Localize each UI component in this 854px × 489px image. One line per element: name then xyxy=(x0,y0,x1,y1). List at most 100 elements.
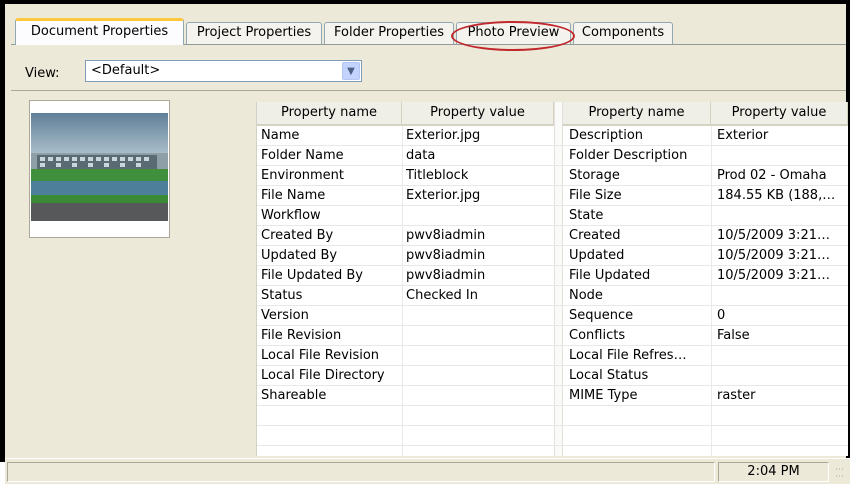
cell-property-value: data xyxy=(406,148,436,163)
cell-property-value: Exterior.jpg xyxy=(406,128,481,143)
table-row[interactable]: File Revision Conflicts False xyxy=(257,326,848,346)
cell-property-value xyxy=(406,426,552,446)
tab-photo-preview[interactable]: Photo Preview xyxy=(456,22,571,44)
cell-property-name: Updated By xyxy=(261,248,338,263)
cell-property-name-2: MIME Type xyxy=(569,388,638,403)
status-bar: 2:04 PM ⋯ ⋯ xyxy=(5,458,850,484)
table-row[interactable]: Name Exterior.jpg Description Exterior xyxy=(257,126,848,146)
cell-property-name-2: Folder Description xyxy=(569,148,688,163)
cell-property-value-2: 10/5/2009 3:21… xyxy=(717,268,830,283)
tab-document-properties[interactable]: Document Properties xyxy=(15,18,184,45)
tab-bar: Document Properties Project Properties F… xyxy=(15,18,845,45)
cell-property-value: Checked In xyxy=(406,288,478,303)
tab-folder-properties[interactable]: Folder Properties xyxy=(324,22,454,44)
column-header-property-value-2[interactable]: Property value xyxy=(711,102,848,126)
cell-property-value-2 xyxy=(717,146,845,166)
cell-property-value-2: raster xyxy=(717,388,756,403)
cell-property-name: Folder Name xyxy=(261,148,344,163)
cell-property-name-2: Storage xyxy=(569,168,620,183)
table-row[interactable] xyxy=(257,406,848,426)
cell-property-value-2: Prod 02 - Omaha xyxy=(717,168,827,183)
column-header-property-name[interactable]: Property name xyxy=(257,102,402,126)
table-row[interactable] xyxy=(257,426,848,446)
cell-property-name: Local File Revision xyxy=(261,348,380,363)
section-divider xyxy=(11,90,846,91)
cell-property-name: File Updated By xyxy=(261,268,363,283)
cell-property-name: File Revision xyxy=(261,328,342,343)
cell-property-name-2: Node xyxy=(569,288,603,303)
cell-property-value-2: Exterior xyxy=(717,128,769,143)
cell-property-value-2: False xyxy=(717,328,750,343)
table-row[interactable]: File Name Exterior.jpg File Size 184.55 KB … xyxy=(257,186,848,206)
cell-property-name: Workflow xyxy=(261,208,321,223)
cell-property-name: Name xyxy=(261,128,300,143)
cell-property-name-2: File Updated xyxy=(569,268,651,283)
cell-property-value-2: 10/5/2009 3:21… xyxy=(717,248,830,263)
cell-property-value xyxy=(406,366,552,386)
table-row[interactable]: Folder Name data Folder Description xyxy=(257,146,848,166)
cell-property-value: pwv8iadmin xyxy=(406,248,486,263)
cell-property-value-2: 184.55 KB (188,… xyxy=(717,188,836,203)
building-photo xyxy=(31,113,168,221)
cell-property-value-2: 0 xyxy=(717,308,726,323)
resize-grip-icon[interactable]: ⋯ ⋯ xyxy=(835,466,847,482)
table-row[interactable]: Environment Titleblock Storage Prod 02 - Om… xyxy=(257,166,848,186)
cell-property-name-2: Updated xyxy=(569,248,625,263)
cell-property-name-2: Sequence xyxy=(569,308,634,323)
table-row[interactable]: Version Sequence 0 xyxy=(257,306,848,326)
cell-property-name: File Name xyxy=(261,188,326,203)
chevron-down-icon[interactable]: ▼ xyxy=(342,62,360,80)
table-row[interactable]: Shareable MIME Type raster xyxy=(257,386,848,406)
view-dropdown-value: <Default> xyxy=(91,63,161,78)
table-row[interactable]: File Updated By pwv8iadmin File Updated 10/… xyxy=(257,266,848,286)
cell-property-value-2 xyxy=(717,426,845,446)
cell-property-value: pwv8iadmin xyxy=(406,228,486,243)
properties-window: Document Properties Project Properties F… xyxy=(0,0,850,462)
cell-property-value-2 xyxy=(717,366,845,386)
cell-property-value xyxy=(406,206,552,226)
table-row[interactable]: Updated By pwv8iadmin Updated 10/5/2009 3:2… xyxy=(257,246,848,266)
cell-property-value-2 xyxy=(717,346,845,366)
view-dropdown[interactable]: <Default> ▼ xyxy=(85,60,362,82)
cell-property-name-2: Conflicts xyxy=(569,328,626,343)
cell-property-name: Version xyxy=(261,308,309,323)
cell-property-name-2: File Size xyxy=(569,188,622,203)
cell-property-value-2 xyxy=(717,406,845,426)
cell-property-value: pwv8iadmin xyxy=(406,268,486,283)
cell-property-value-2: 10/5/2009 3:21… xyxy=(717,228,830,243)
cell-property-name: Created By xyxy=(261,228,334,243)
cell-property-value xyxy=(406,326,552,346)
cell-property-name-2: State xyxy=(569,208,604,223)
status-pane xyxy=(7,462,715,482)
cell-property-value xyxy=(406,386,552,406)
photo-thumbnail xyxy=(29,100,170,238)
view-label: View: xyxy=(25,66,60,81)
cell-property-value-2 xyxy=(717,286,845,306)
table-row[interactable]: Status Checked In Node xyxy=(257,286,848,306)
cell-property-name-2 xyxy=(569,406,709,426)
column-header-property-value[interactable]: Property value xyxy=(402,102,554,126)
table-row[interactable]: Workflow State xyxy=(257,206,848,226)
cell-property-value-2 xyxy=(717,206,845,226)
table-row[interactable]: Created By pwv8iadmin Created 10/5/2009 3:2… xyxy=(257,226,848,246)
cell-property-value xyxy=(406,406,552,426)
tab-project-properties[interactable]: Project Properties xyxy=(186,22,322,44)
cell-property-name xyxy=(261,426,399,446)
tab-components[interactable]: Components xyxy=(573,22,673,44)
cell-property-value: Titleblock xyxy=(406,168,469,183)
cell-property-name-2: Created xyxy=(569,228,621,243)
cell-property-value: Exterior.jpg xyxy=(406,188,481,203)
cell-property-value xyxy=(406,306,552,326)
page-margin xyxy=(0,484,854,489)
cell-property-name: Shareable xyxy=(261,388,327,403)
cell-property-name-2 xyxy=(569,426,709,446)
status-time: 2:04 PM xyxy=(718,462,829,482)
cell-property-name: Status xyxy=(261,288,303,303)
cell-property-name-2: Local File Refres… xyxy=(569,348,687,363)
cell-property-name: Local File Directory xyxy=(261,368,385,383)
column-header-property-name-2[interactable]: Property name xyxy=(563,102,711,126)
cell-property-name: Environment xyxy=(261,168,345,183)
table-row[interactable]: Local File Directory Local Status xyxy=(257,366,848,386)
table-row[interactable]: Local File Revision Local File Refres… xyxy=(257,346,848,366)
cell-property-name-2: Description xyxy=(569,128,644,143)
